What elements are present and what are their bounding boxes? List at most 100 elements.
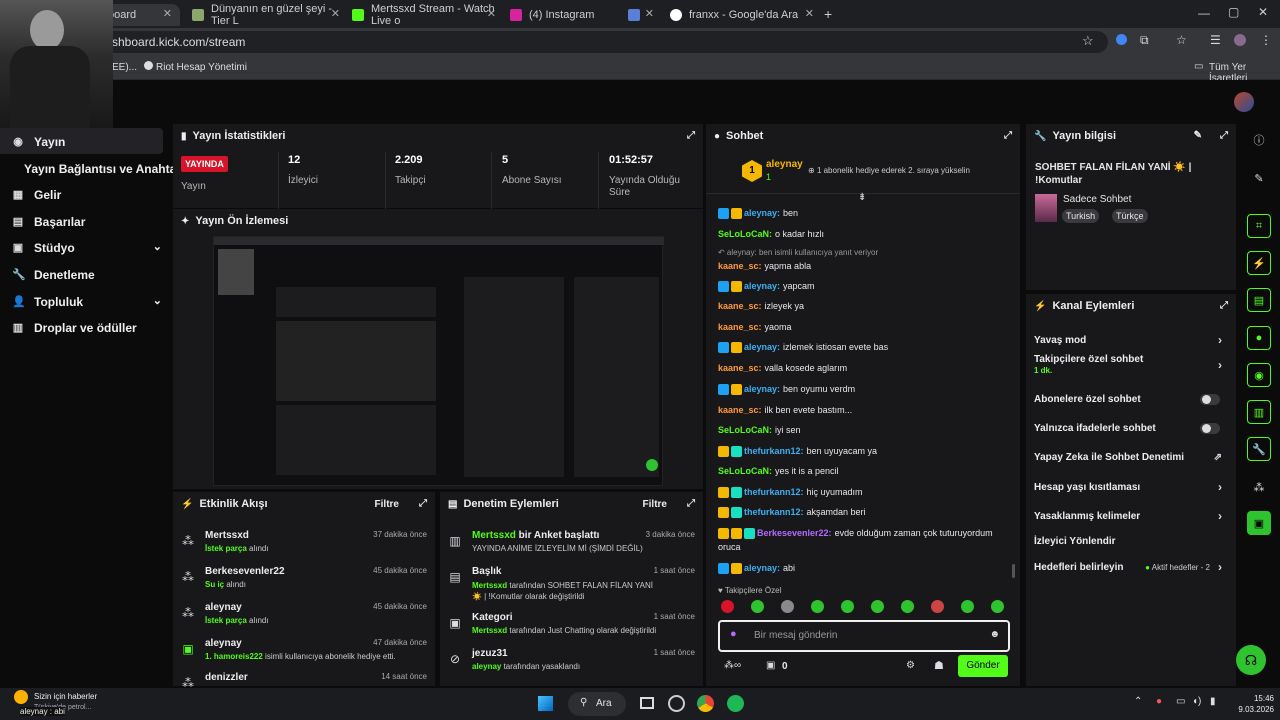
filter-button[interactable]: Filtre xyxy=(375,499,399,510)
app-icon[interactable]: ▣ xyxy=(1247,511,1271,535)
puzzle-icon[interactable]: ⧉ xyxy=(1140,33,1149,48)
action-followers-only[interactable]: Takipçilere özel sohbet 1 dk. › xyxy=(1034,354,1228,384)
browser-tab[interactable]: franxx - Google'da Ara ✕ xyxy=(662,4,822,26)
crop-icon[interactable]: ⌗ xyxy=(1247,214,1271,238)
clock-date[interactable]: 9.03.2026 xyxy=(1228,705,1274,714)
chat-username[interactable]: aleynay: xyxy=(744,279,780,293)
moderation-user[interactable]: Mertssxd xyxy=(472,626,507,635)
sidebar-item-yayin[interactable]: ◉ Yayın xyxy=(12,131,65,153)
chat-username[interactable]: aleynay: xyxy=(744,206,780,220)
moderation-user[interactable]: aleynay xyxy=(472,662,501,671)
emote-icon[interactable] xyxy=(751,600,764,613)
close-icon[interactable]: ✕ xyxy=(331,7,340,20)
minimize-icon[interactable]: — xyxy=(1198,6,1210,20)
chat-username[interactable]: kaane_sc: xyxy=(718,299,762,313)
chat-input[interactable]: ● Bir mesaj gönderin ☻ xyxy=(718,620,1010,652)
action-slow-mode[interactable]: Yavaş mod › xyxy=(1034,330,1228,350)
emote-icon[interactable] xyxy=(721,600,734,613)
action-ai-moderation[interactable]: Yapay Zeka ile Sohbet Denetimi ⇗ xyxy=(1034,447,1228,467)
sidebar-item-gelir[interactable]: ▦ Gelir xyxy=(12,184,62,206)
profile-avatar[interactable] xyxy=(1234,34,1246,46)
expand-icon[interactable]: ⤢ xyxy=(687,130,695,141)
close-icon[interactable]: ✕ xyxy=(487,7,496,20)
chat-scrollbar[interactable] xyxy=(1012,564,1015,578)
user-avatar[interactable] xyxy=(1234,92,1254,112)
bookmark-item[interactable]: Riot Hesap Yönetimi xyxy=(156,62,247,73)
close-icon[interactable]: ✕ xyxy=(163,7,172,20)
users-icon[interactable]: ⁂ xyxy=(1247,475,1271,499)
channel-points-icon[interactable]: ⁂∞ xyxy=(724,660,741,671)
action-banned-words[interactable]: Yasaklanmış kelimeler › xyxy=(1034,506,1228,526)
action-goals[interactable]: Hedefleri belirleyin ● Aktif hedefler - 2… xyxy=(1034,557,1228,577)
browser-tab[interactable]: Dünyanın en güzel şeyi - Tier L ✕ xyxy=(184,3,348,27)
chat-username[interactable]: thefurkann12: xyxy=(744,505,804,519)
sidebar-item-stream-key[interactable]: Yayın Bağlantısı ve Anahtarı xyxy=(24,158,184,180)
spotify-icon[interactable] xyxy=(727,695,744,712)
chat-username[interactable]: SeLoLoCaN: xyxy=(718,423,772,437)
chat-bubble-icon[interactable]: ● xyxy=(1247,326,1271,350)
menu-icon[interactable]: ⋮ xyxy=(1260,33,1272,47)
info-icon[interactable]: ⓘ xyxy=(1247,128,1271,152)
steam-icon[interactable] xyxy=(668,695,685,712)
sidebar-icon[interactable]: ☰ xyxy=(1210,33,1221,47)
category-name[interactable]: Sadece Sohbet xyxy=(1063,194,1131,205)
collapse-icon[interactable]: ⇟ xyxy=(858,192,866,203)
sidebar-item-denetleme[interactable]: 🔧 Denetleme xyxy=(12,264,95,286)
action-emote-only[interactable]: Yalnızca ifadelerle sohbet xyxy=(1034,418,1228,438)
microphone-icon[interactable]: ● xyxy=(730,628,737,640)
close-icon[interactable]: ✕ xyxy=(805,7,814,20)
activity-user[interactable]: aleynay xyxy=(205,602,242,613)
users-icon[interactable]: ☗ xyxy=(934,659,944,672)
chat-username[interactable]: kaane_sc: xyxy=(718,403,762,417)
emoji-icon[interactable]: ☻ xyxy=(989,629,1000,640)
sidebar-item-topluluk[interactable]: 👤 Topluluk ⌄ xyxy=(12,291,162,313)
chat-username[interactable]: thefurkann12: xyxy=(744,444,804,458)
task-view-icon[interactable] xyxy=(640,697,654,709)
volume-icon[interactable]: ◖) xyxy=(1192,696,1201,707)
lightning-icon[interactable]: ⚡ xyxy=(1247,251,1271,275)
settings-icon[interactable]: ⚙ xyxy=(906,660,915,671)
stack-icon[interactable]: ▥ xyxy=(1247,400,1271,424)
emote-icon[interactable] xyxy=(841,600,854,613)
document-icon[interactable]: ▤ xyxy=(1247,288,1271,312)
moderation-user[interactable]: Mertssxd xyxy=(472,581,507,590)
activity-user[interactable]: denizzler xyxy=(205,672,248,683)
chrome-icon[interactable] xyxy=(697,695,714,712)
battery-icon[interactable]: ▮ xyxy=(1210,696,1216,707)
moderation-user[interactable]: Mertssxd xyxy=(472,530,516,541)
emote-icon[interactable] xyxy=(901,600,914,613)
expand-icon[interactable]: ⤢ xyxy=(1004,130,1012,141)
emote-icon[interactable] xyxy=(991,600,1004,613)
emote-icon[interactable] xyxy=(781,600,794,613)
toggle-switch[interactable] xyxy=(1200,422,1220,434)
microphone-icon[interactable]: ● xyxy=(1156,696,1162,707)
action-raid[interactable]: İzleyici Yönlendir xyxy=(1034,531,1228,551)
clock-time[interactable]: 15:46 xyxy=(1244,694,1274,703)
news-weather-icon[interactable] xyxy=(14,690,28,704)
chat-username[interactable]: thefurkann12: xyxy=(744,485,804,499)
wrench-icon[interactable]: 🔧 xyxy=(1247,437,1271,461)
emote-icon[interactable] xyxy=(811,600,824,613)
action-subscribers-only[interactable]: Abonelere özel sohbet xyxy=(1034,389,1228,409)
emote-icon[interactable] xyxy=(871,600,884,613)
sidebar-item-studyo[interactable]: ▣ Stüdyo ⌄ xyxy=(12,237,162,259)
tag[interactable]: Turkish xyxy=(1062,209,1100,223)
broadcast-icon[interactable]: ◉ xyxy=(1247,363,1271,387)
browser-tab[interactable] xyxy=(620,4,660,26)
star-icon[interactable]: ☆ xyxy=(1176,33,1187,47)
pinned-user[interactable]: aleynay xyxy=(766,159,803,170)
chat-username[interactable]: aleynay: xyxy=(744,561,780,575)
window-close-icon[interactable]: ✕ xyxy=(1258,5,1268,19)
chat-username[interactable]: kaane_sc: xyxy=(718,320,762,334)
sidebar-item-droplar[interactable]: ▥ Droplar ve ödüller xyxy=(12,317,137,339)
taskbar-search[interactable]: ⚲ Ara xyxy=(568,692,626,716)
activity-user[interactable]: aleynay xyxy=(205,638,242,649)
expand-icon[interactable]: ⤢ xyxy=(419,498,427,509)
activity-user[interactable]: Mertssxd xyxy=(205,530,249,541)
chevron-up-icon[interactable]: ⌃ xyxy=(1134,696,1142,707)
emote-icon[interactable] xyxy=(961,600,974,613)
new-tab-icon[interactable]: + xyxy=(824,6,832,22)
support-headset-icon[interactable]: ☊ xyxy=(1236,645,1266,675)
emote-icon[interactable] xyxy=(931,600,944,613)
network-icon[interactable]: ▭ xyxy=(1176,696,1185,707)
